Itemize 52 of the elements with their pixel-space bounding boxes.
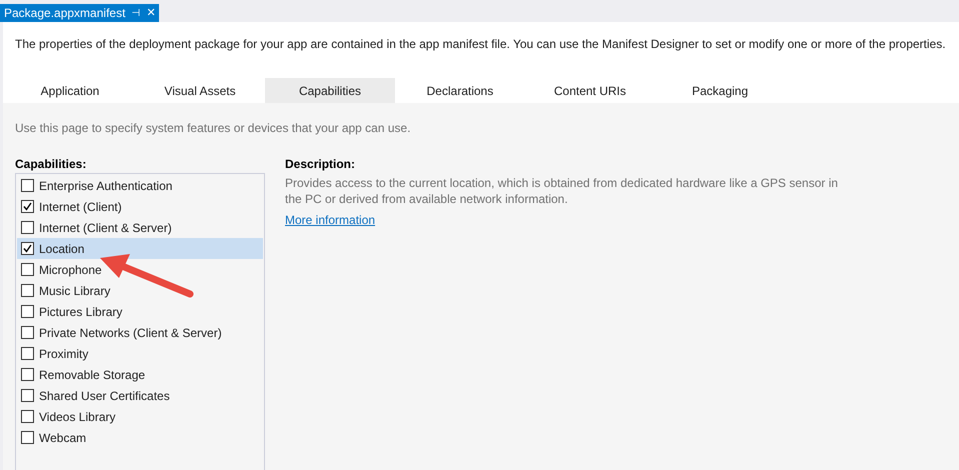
capability-item[interactable]: Music Library	[17, 280, 263, 301]
capability-item[interactable]: Removable Storage	[17, 364, 263, 385]
capability-label: Internet (Client & Server)	[39, 220, 172, 236]
capability-item[interactable]: Proximity	[17, 343, 263, 364]
checkbox[interactable]	[21, 305, 34, 318]
intro-text: The properties of the deployment package for your app are contained in the app manifest file. You can use the Manifest Designer to set or modify one or more of the properties.	[14, 36, 947, 53]
capability-label: Shared User Certificates	[39, 388, 170, 404]
document-tab-title: Package.appxmanifest	[4, 5, 126, 22]
capability-item[interactable]: Microphone	[17, 259, 263, 280]
page-hint: Use this page to specify system features or devices that your app can use.	[14, 120, 412, 137]
capability-item[interactable]: Location	[17, 238, 263, 259]
capability-label: Music Library	[39, 282, 110, 300]
checkbox[interactable]	[21, 200, 34, 213]
manifest-tab[interactable]: Capabilities	[265, 78, 395, 103]
checkbox[interactable]	[21, 347, 34, 360]
capability-label: Pictures Library	[39, 304, 122, 320]
capability-label: Enterprise Authentication	[39, 178, 172, 194]
description-text: Provides access to the current location, which is obtained from dedicated hardware like a GPS sensor in the PC or derived from available network information.	[285, 175, 839, 207]
capability-label: Microphone	[39, 262, 102, 278]
capability-item[interactable]: Private Networks (Client & Server)	[17, 322, 263, 343]
checkbox[interactable]	[21, 242, 34, 255]
capability-item[interactable]: Pictures Library	[17, 301, 263, 322]
capability-item[interactable]: Videos Library	[17, 406, 263, 427]
capability-label: Videos Library	[39, 408, 116, 426]
capability-label: Internet (Client)	[39, 198, 122, 216]
description-heading: Description:	[285, 156, 356, 173]
capability-item[interactable]: Shared User Certificates	[17, 385, 263, 406]
capability-item[interactable]: Enterprise Authentication	[17, 175, 263, 196]
capability-label: Webcam	[39, 430, 86, 446]
close-icon[interactable]: ✕	[146, 4, 156, 22]
checkbox[interactable]	[21, 179, 34, 192]
checkmark-icon	[23, 202, 32, 211]
checkbox[interactable]	[21, 368, 34, 381]
pin-icon[interactable]: ⊣	[131, 6, 140, 20]
checkbox[interactable]	[21, 389, 34, 402]
checkbox[interactable]	[21, 410, 34, 423]
checkbox[interactable]	[21, 284, 34, 297]
capability-label: Removable Storage	[39, 366, 146, 384]
document-tab[interactable]: Package.appxmanifest ⊣ ✕	[0, 4, 160, 22]
capability-item[interactable]: Internet (Client & Server)	[17, 217, 263, 238]
capability-label: Proximity	[39, 346, 88, 362]
checkmark-icon	[23, 244, 32, 253]
capability-label: Private Networks (Client & Server)	[39, 324, 222, 342]
checkbox[interactable]	[21, 326, 34, 339]
capability-item[interactable]: Internet (Client)	[17, 196, 263, 217]
checkbox[interactable]	[21, 431, 34, 444]
capabilities-heading: Capabilities:	[15, 156, 88, 173]
checkbox[interactable]	[21, 263, 34, 276]
capability-label: Location	[39, 240, 84, 258]
capability-item[interactable]: Webcam	[17, 427, 263, 448]
checkbox[interactable]	[21, 221, 34, 234]
more-information-link[interactable]: More information	[285, 211, 376, 229]
